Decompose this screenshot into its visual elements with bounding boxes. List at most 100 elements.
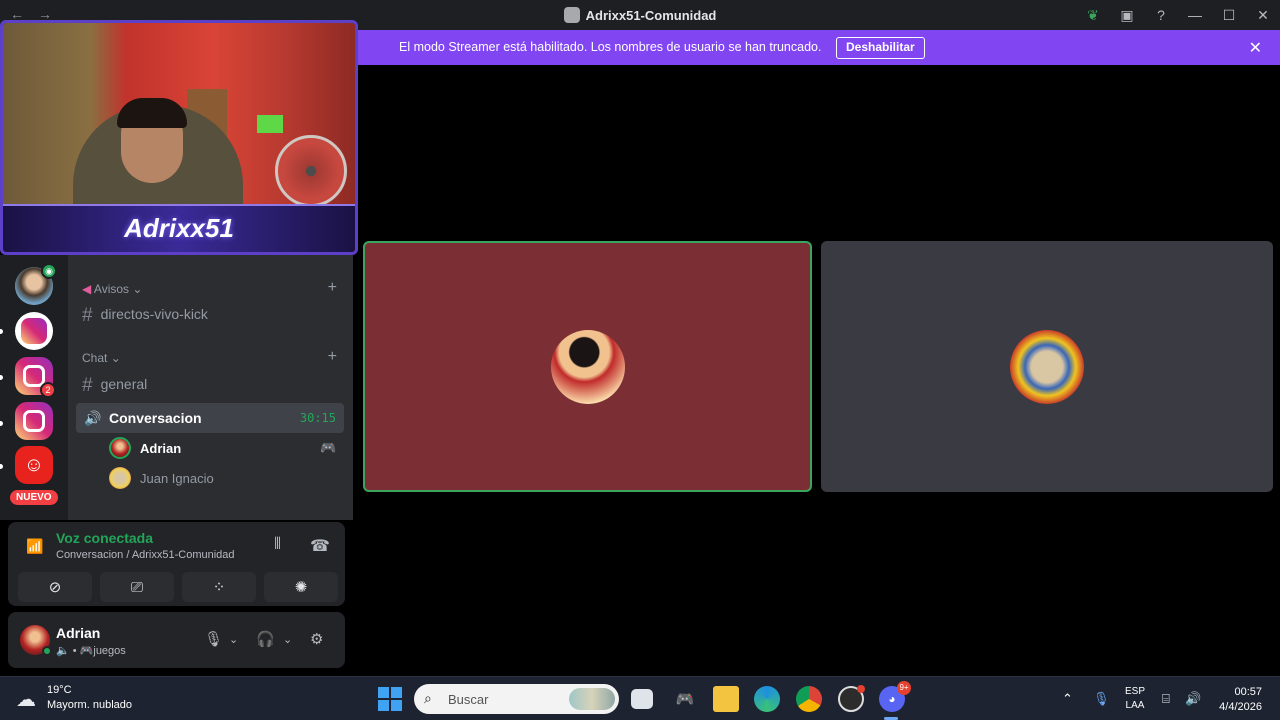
disable-streamer-button[interactable]: Deshabilitar (836, 37, 925, 59)
weather-temperature[interactable]: 19°C (47, 684, 72, 696)
chrome-browser-icon[interactable] (796, 686, 822, 712)
voice-actions: ⊘ ⎚ ⁘ ✺ (18, 572, 338, 602)
banner-text: El modo Streamer está habilitado. Los no… (399, 40, 822, 54)
leaf-icon[interactable]: ❦ (1076, 7, 1110, 24)
banner-close-icon[interactable]: ✕ (1249, 38, 1262, 58)
voice-status-subtitle[interactable]: Conversacion / Adrixx51-Comunidad (56, 549, 235, 561)
unread-dot (0, 375, 3, 380)
category-label: Chat (82, 351, 108, 365)
discord-notification-badge: 9+ (897, 681, 911, 695)
server-instagram-1[interactable] (15, 312, 53, 350)
activities-button[interactable]: ⁘ (182, 572, 256, 602)
recording-dot (857, 685, 865, 693)
participant-tile-adrian[interactable] (363, 241, 812, 492)
avatar (1010, 329, 1084, 404)
network-icon[interactable]: ⌸ (1162, 691, 1170, 707)
voice-connected-panel: 📶 Voz conectada Conversacion / Adrixx51-… (8, 522, 345, 606)
camera-off-icon: ⊘ (48, 579, 62, 596)
task-view-icon[interactable] (631, 689, 653, 709)
webcam-overlay-name: Adrixx51 (124, 213, 234, 243)
speaker-icon: 🔊 (84, 410, 102, 426)
megaphone-icon: ◀ (82, 282, 92, 296)
system-clock[interactable]: 00:57 4/4/2026 (1219, 685, 1262, 715)
channel-directos-vivo-kick[interactable]: # directos-vivo-kick (82, 305, 208, 327)
category-avisos[interactable]: ◀ Avisos ⌄ (82, 282, 142, 296)
gear-icon[interactable]: ⚙ (310, 630, 323, 648)
server-instagram-2[interactable]: 2 (15, 357, 56, 398)
webcam-overlay: Adrixx51 (0, 20, 358, 255)
edge-browser-icon[interactable] (754, 686, 780, 712)
avatar (109, 467, 131, 489)
signal-icon[interactable]: 📶 (26, 538, 43, 555)
unread-dot (0, 421, 3, 426)
close-button[interactable]: ✕ (1246, 7, 1280, 24)
inbox-icon[interactable]: ▣ (1110, 7, 1144, 24)
user-name[interactable]: Adrian (56, 625, 100, 641)
windows-start-icon[interactable] (378, 687, 402, 711)
new-badge: NUEVO (8, 488, 60, 507)
user-panel: Adrian 🔈 • 🎮juegos 🎙 ⌄ 🎧 ⌄ ⚙ (8, 612, 345, 668)
noise-suppression-icon[interactable]: ⦀ (274, 536, 281, 554)
server-red-smile[interactable]: ☺ (15, 446, 53, 484)
participant-tile-juan-ignacio[interactable] (821, 241, 1273, 492)
title-actions: ❦ ▣ ? — ☐ ✕ (1076, 0, 1280, 30)
category-label: Avisos (93, 282, 130, 296)
voice-stage (358, 65, 1280, 676)
add-channel-plus-icon[interactable]: + (328, 279, 337, 297)
server-rail: ◉ 2 ☺ (0, 255, 68, 520)
search-highlight-image (569, 688, 615, 710)
window-title-text: Adrixx51-Comunidad (585, 8, 717, 23)
language-code: ESP (1125, 686, 1146, 697)
input-language[interactable]: ESP LAA (1125, 685, 1145, 713)
avatar (109, 437, 131, 459)
taskbar-search[interactable]: ⌕ Buscar (414, 684, 619, 714)
chevron-down-icon: ⌄ (132, 282, 143, 296)
weather-cloud-icon[interactable]: ☁ (16, 687, 36, 712)
server-instagram-3[interactable] (15, 402, 53, 440)
help-icon[interactable]: ? (1144, 7, 1178, 23)
voice-user-juan-ignacio[interactable]: Juan Ignacio (109, 466, 214, 490)
keyboard-layout: LAA (1125, 700, 1145, 711)
webcam-fan (275, 135, 347, 207)
server-avatar-user[interactable]: ◉ (15, 263, 57, 305)
soundboard-icon: ✺ (294, 579, 308, 596)
user-status: 🔈 • 🎮juegos (56, 645, 126, 657)
microphone-icon[interactable]: 🎙 (204, 630, 223, 648)
chevron-up-icon[interactable]: ⌃ (1062, 691, 1073, 707)
screen-share-button[interactable]: ⎚ (100, 572, 174, 602)
discord-icon[interactable]: ◕ 9+ (879, 681, 911, 712)
disconnect-icon[interactable]: ☎ (310, 536, 330, 556)
mention-badge: 2 (40, 382, 56, 398)
soundboard-button[interactable]: ✺ (264, 572, 338, 602)
maximize-button[interactable]: ☐ (1212, 7, 1246, 24)
channel-label: directos-vivo-kick (100, 306, 208, 322)
unread-dot (0, 464, 3, 469)
category-chat[interactable]: Chat ⌄ (82, 351, 121, 365)
avatar (550, 329, 625, 404)
hash-icon: # (82, 305, 93, 326)
hash-icon: # (82, 375, 93, 396)
instagram-icon (21, 318, 47, 344)
minimize-button[interactable]: — (1178, 7, 1212, 23)
chevron-down-icon[interactable]: ⌄ (283, 633, 292, 646)
file-explorer-icon[interactable] (713, 686, 739, 712)
voice-channel-conversacion[interactable]: 🔊 Conversacion 30:15 (76, 403, 344, 433)
camera-off-button[interactable]: ⊘ (18, 572, 92, 602)
microphone-tray-icon[interactable]: 🎙 (1093, 691, 1110, 707)
weather-condition[interactable]: Mayorm. nublado (47, 699, 132, 711)
obs-icon[interactable] (838, 685, 865, 712)
webcam-green-light (257, 115, 283, 133)
volume-icon[interactable]: 🔊 (1185, 691, 1201, 707)
server-icon (563, 7, 580, 23)
headphones-icon[interactable]: 🎧 (256, 630, 275, 648)
online-status-dot (42, 646, 52, 656)
channel-general[interactable]: # general (82, 375, 147, 397)
clock-time: 00:57 (1234, 686, 1262, 698)
voice-user-adrian[interactable]: Adrian (109, 436, 181, 460)
voice-channel-label: Conversacion (109, 410, 202, 426)
voice-status-title[interactable]: Voz conectada (56, 530, 153, 546)
game-controller-icon[interactable]: 🎮 (672, 686, 698, 712)
chevron-down-icon[interactable]: ⌄ (229, 633, 238, 646)
activities-icon: ⁘ (212, 579, 226, 596)
add-channel-plus-icon[interactable]: + (328, 348, 337, 366)
